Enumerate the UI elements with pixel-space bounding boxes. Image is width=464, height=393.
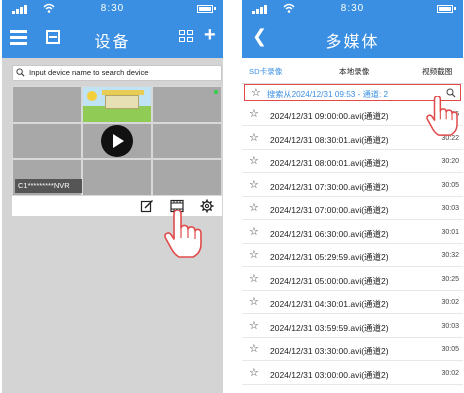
recording-row[interactable]: ☆ 2024/12/31 06:30:00.avi(通道2) 30:01 [242, 221, 463, 244]
status-time: 8:30 [100, 3, 125, 14]
settings-icon[interactable] [200, 199, 214, 213]
media-tabs: SD卡录像 本地录像 视频截图 [242, 58, 463, 84]
recording-name: 2024/12/31 05:00:00.avi(通道2) [270, 275, 389, 286]
status-time: 8:30 [340, 3, 365, 14]
play-button[interactable] [101, 125, 133, 157]
search-range-text: 搜索从2024/12/31 09:53 - 通道: 2 [267, 90, 389, 99]
recording-name: 2024/12/31 03:30:00.avi(通道2) [270, 346, 389, 356]
recording-row[interactable]: ☆ 2024/12/31 08:00:01.avi(通道2) 30:20 [242, 150, 463, 173]
plus-icon[interactable]: + [204, 25, 216, 45]
device-screen: 8:30 设备 + Input device name to search de… [2, 0, 223, 393]
star-icon[interactable]: ☆ [249, 225, 259, 238]
star-icon[interactable]: ☆ [249, 201, 259, 214]
recording-row[interactable]: ☆ 2024/12/31 03:30:00.avi(通道2) 30:05 [242, 338, 463, 361]
recording-duration: 30:03 [441, 205, 459, 212]
recording-row[interactable]: ☆ 2024/12/31 07:00:00.avi(通道2) 30:03 [242, 197, 463, 220]
recording-duration: 30:05 [441, 181, 459, 189]
multimedia-screen: 8:30 ❮ 多媒体 SD卡录像 本地录像 视频截图 ☆ 搜索从2024/12/… [242, 0, 463, 393]
grid-view-icon[interactable] [179, 30, 194, 44]
tab-snapshots[interactable]: 视频截图 [422, 66, 452, 77]
pointer-hand-icon [164, 210, 202, 258]
recording-name: 2024/12/31 03:59:59.avi(通道2) [270, 322, 389, 333]
recording-row[interactable]: ☆ 2024/12/31 05:00:00.avi(通道2) 30:25 [242, 268, 463, 291]
recording-row[interactable]: ☆ 2024/12/31 03:59:59.avi(通道2) 30:03 [242, 315, 463, 338]
recording-duration: 30:03 [441, 322, 459, 330]
tab-local-recording[interactable]: 本地录像 [339, 66, 369, 77]
star-icon[interactable]: ☆ [249, 107, 259, 120]
star-icon[interactable]: ☆ [249, 319, 259, 332]
preview-cell[interactable] [12, 86, 82, 123]
recording-name: 2024/12/31 08:00:01.avi(通道2) [270, 158, 389, 168]
star-icon[interactable]: ☆ [249, 154, 259, 167]
star-icon[interactable]: ☆ [249, 366, 259, 379]
star-icon[interactable]: ☆ [249, 272, 259, 285]
battery-icon [437, 5, 456, 13]
house-image [102, 90, 144, 109]
preview-cell[interactable] [152, 159, 222, 196]
sun-image [87, 91, 97, 101]
preview-cell[interactable] [12, 123, 82, 159]
star-icon[interactable]: ☆ [249, 342, 259, 355]
recording-name: 2024/12/31 05:29:59.avi(通道2) [270, 252, 389, 262]
device-label: C1*********NVR [15, 179, 82, 193]
recording-duration: 30:20 [441, 158, 459, 165]
online-indicator [214, 90, 218, 94]
device-search-input[interactable]: Input device name to search device [12, 65, 222, 81]
recording-name: 2024/12/31 07:30:00.avi(通道2) [270, 181, 389, 192]
preview-cell[interactable] [82, 159, 152, 196]
recording-name: 2024/12/31 09:00:00.avi(通道2) [270, 111, 389, 121]
star-icon[interactable]: ☆ [249, 178, 259, 191]
page-title: 多媒体 [325, 34, 380, 51]
search-icon [16, 68, 25, 77]
recording-duration: 30:25 [441, 275, 459, 283]
top-nav: 设备 + [2, 18, 223, 58]
star-icon[interactable]: ☆ [249, 295, 259, 308]
recording-name: 2024/12/31 03:00:00.avi(通道2) [270, 369, 389, 380]
preview-cell-active[interactable] [82, 86, 152, 123]
live-preview-grid[interactable]: C1*********NVR [12, 86, 222, 196]
recording-row[interactable]: ☆ 2024/12/31 05:29:59.avi(通道2) 30:32 [242, 244, 463, 267]
recording-name: 2024/12/31 07:00:00.avi(通道2) [270, 205, 389, 215]
preview-cell[interactable] [152, 123, 222, 159]
recording-name: 2024/12/31 04:30:01.avi(通道2) [270, 299, 389, 309]
recording-name: 2024/12/31 06:30:00.avi(通道2) [270, 228, 389, 239]
pointer-hand-icon [426, 96, 458, 136]
recording-row[interactable]: ☆ 2024/12/31 04:30:01.avi(通道2) 30:02 [242, 291, 463, 314]
battery-icon [197, 5, 216, 13]
top-nav: ❮ 多媒体 [242, 18, 463, 58]
recording-name: 2024/12/31 08:30:01.avi(通道2) [270, 134, 389, 145]
status-bar: 8:30 [2, 0, 223, 18]
recording-duration: 30:01 [441, 228, 459, 236]
star-icon: ☆ [251, 87, 261, 99]
tab-sd-recording[interactable]: SD卡录像 [249, 66, 282, 77]
recording-duration: 30:32 [441, 252, 459, 259]
star-icon[interactable]: ☆ [249, 248, 259, 261]
recording-row[interactable]: ☆ 2024/12/31 07:30:00.avi(通道2) 30:05 [242, 174, 463, 197]
recording-duration: 30:05 [441, 346, 459, 353]
edit-icon[interactable] [140, 199, 154, 213]
search-placeholder: Input device name to search device [29, 68, 149, 77]
status-bar: 8:30 [242, 0, 463, 18]
preview-cell[interactable] [152, 86, 222, 123]
star-icon[interactable]: ☆ [249, 131, 259, 144]
recording-duration: 30:02 [441, 369, 459, 377]
recording-duration: 30:02 [441, 299, 459, 306]
recording-row[interactable]: ☆ 2024/12/31 03:00:00.avi(通道2) 30:02 [242, 362, 463, 385]
